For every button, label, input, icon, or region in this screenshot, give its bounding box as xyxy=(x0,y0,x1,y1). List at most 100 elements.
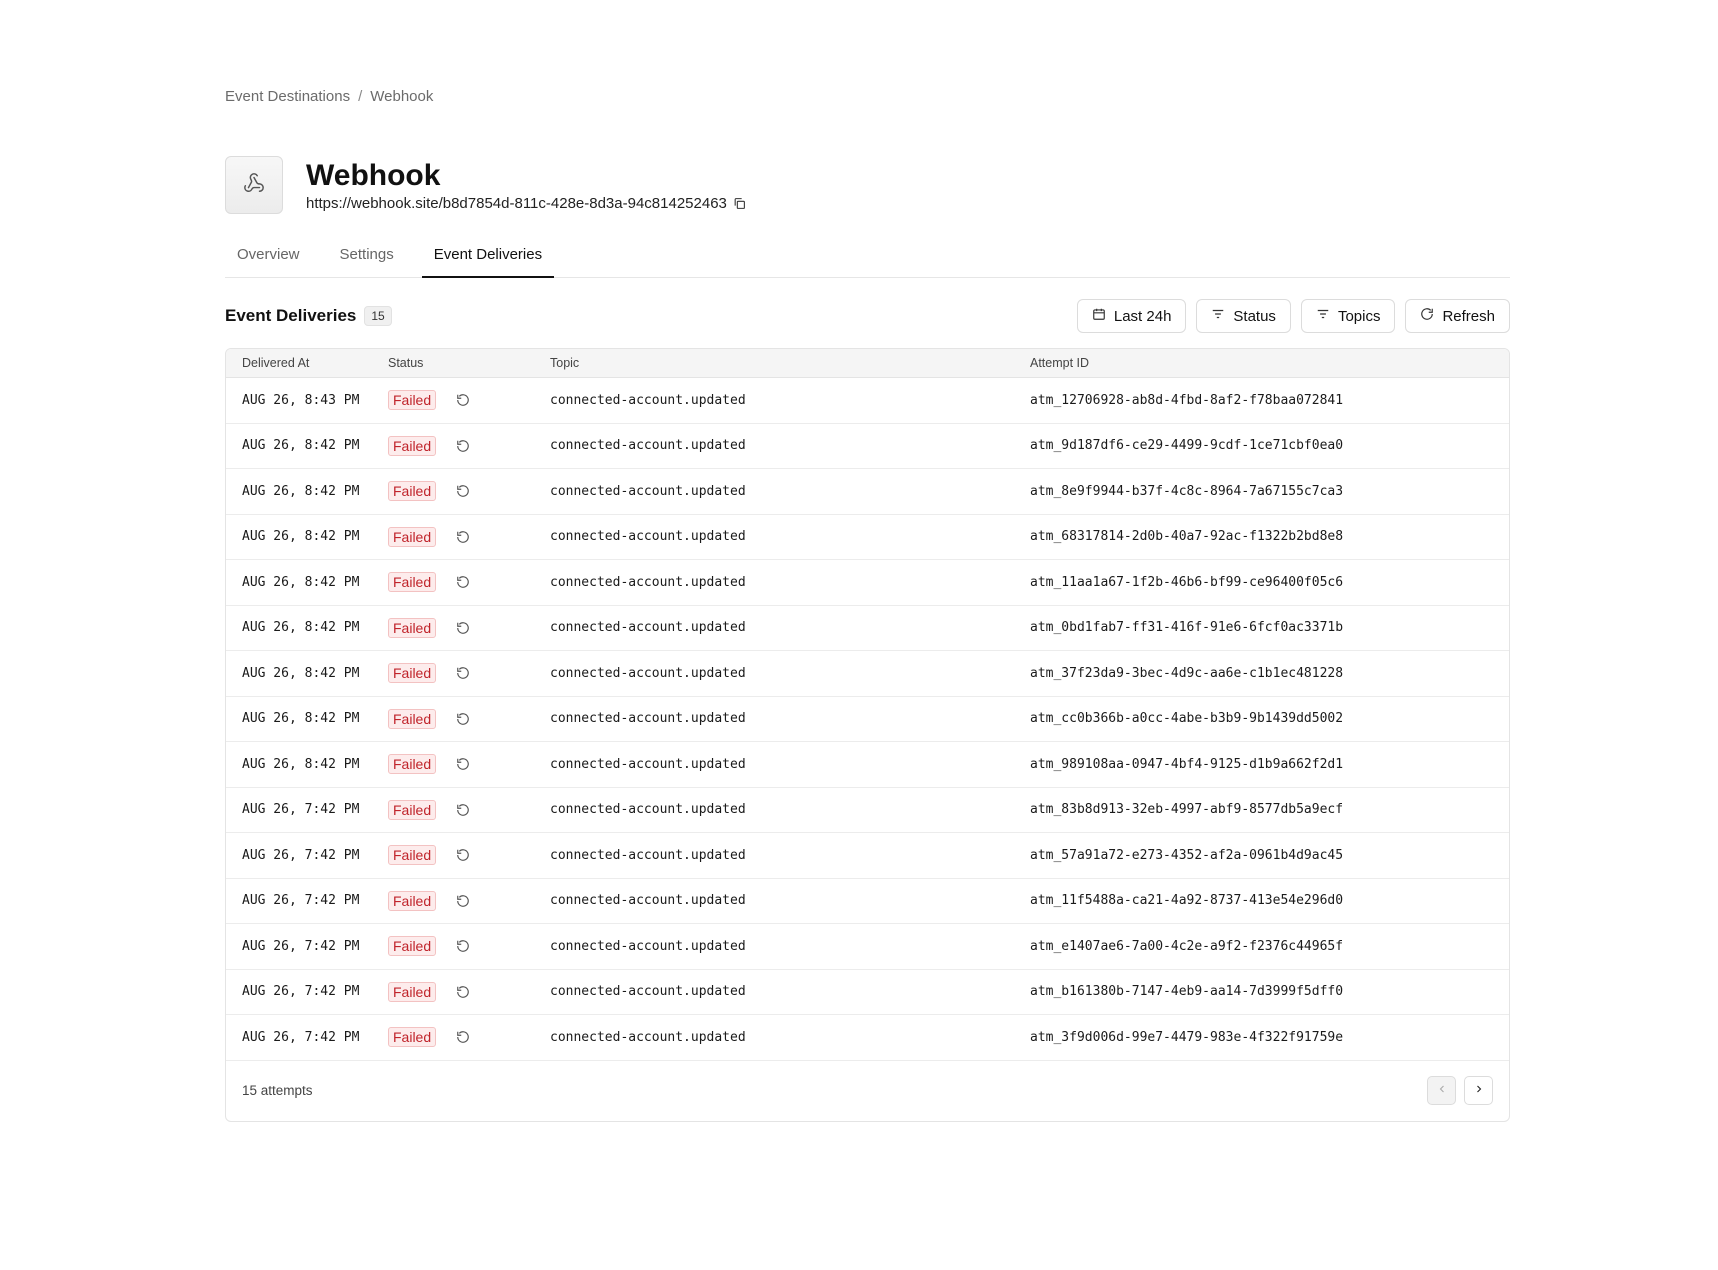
retry-icon[interactable] xyxy=(456,985,470,999)
chevron-right-icon xyxy=(1473,1083,1485,1098)
attempt-id-cell: atm_57a91a72-e273-4352-af2a-0961b4d9ac45 xyxy=(1030,847,1344,863)
breadcrumb-current: Webhook xyxy=(370,88,434,105)
status-filter-label: Status xyxy=(1233,307,1276,325)
column-header-topic: Topic xyxy=(550,356,580,370)
topic-cell: connected-account.updated xyxy=(550,620,746,636)
delivered-at-cell: AUG 26, 8:42 PM xyxy=(242,438,360,454)
attempt-id-cell: atm_0bd1fab7-ff31-416f-91e6-6fcf0ac3371b xyxy=(1030,620,1344,636)
table-footer: 15 attempts xyxy=(226,1061,1509,1121)
topic-cell: connected-account.updated xyxy=(550,438,746,454)
delivered-at-cell: AUG 26, 7:42 PM xyxy=(242,847,360,863)
chevron-left-icon xyxy=(1436,1083,1448,1098)
retry-icon[interactable] xyxy=(456,939,470,953)
column-header-attempt-id: Attempt ID xyxy=(1030,356,1090,370)
retry-icon[interactable] xyxy=(456,1030,470,1044)
table-row[interactable]: AUG 26, 8:42 PM Failed connected-account… xyxy=(226,606,1509,651)
table-row[interactable]: AUG 26, 8:42 PM Failed connected-account… xyxy=(226,742,1509,788)
section-title: Event Deliveries xyxy=(225,306,357,325)
table-row[interactable]: AUG 26, 8:42 PM Failed connected-account… xyxy=(226,424,1509,469)
status-cell: Failed xyxy=(388,936,550,957)
retry-icon[interactable] xyxy=(456,712,470,726)
table-row[interactable]: AUG 26, 8:42 PM Failed connected-account… xyxy=(226,651,1509,697)
retry-icon[interactable] xyxy=(456,575,470,589)
attempt-id-cell: atm_cc0b366b-a0cc-4abe-b3b9-9b1439dd5002 xyxy=(1030,711,1344,727)
status-badge: Failed xyxy=(388,754,437,775)
status-cell: Failed xyxy=(388,981,550,1002)
table-row[interactable]: AUG 26, 7:42 PM Failed connected-account… xyxy=(226,1015,1509,1061)
topic-cell: connected-account.updated xyxy=(550,984,746,1000)
status-cell: Failed xyxy=(388,572,550,593)
status-badge: Failed xyxy=(388,799,437,820)
table-row[interactable]: AUG 26, 8:43 PM Failed connected-account… xyxy=(226,378,1509,424)
status-cell: Failed xyxy=(388,890,550,911)
tab-bar: Overview Settings Event Deliveries xyxy=(225,238,1510,278)
destination-logo xyxy=(225,156,283,214)
topic-cell: connected-account.updated xyxy=(550,938,746,954)
retry-icon[interactable] xyxy=(456,848,470,862)
next-page-button[interactable] xyxy=(1464,1076,1493,1105)
retry-icon[interactable] xyxy=(456,484,470,498)
table-row[interactable]: AUG 26, 7:42 PM Failed connected-account… xyxy=(226,833,1509,879)
retry-icon[interactable] xyxy=(456,530,470,544)
delivered-at-cell: AUG 26, 8:43 PM xyxy=(242,392,360,408)
status-badge: Failed xyxy=(388,435,437,456)
breadcrumb-parent-link[interactable]: Event Destinations xyxy=(225,88,350,105)
tab-event-deliveries[interactable]: Event Deliveries xyxy=(421,238,555,278)
status-filter-button[interactable]: Status xyxy=(1196,299,1291,333)
table-row[interactable]: AUG 26, 7:42 PM Failed connected-account… xyxy=(226,879,1509,924)
status-cell: Failed xyxy=(388,663,550,684)
table-row[interactable]: AUG 26, 8:42 PM Failed connected-account… xyxy=(226,469,1509,515)
retry-icon[interactable] xyxy=(456,439,470,453)
table-row[interactable]: AUG 26, 7:42 PM Failed connected-account… xyxy=(226,788,1509,833)
status-badge: Failed xyxy=(388,936,437,957)
delivered-at-cell: AUG 26, 8:42 PM xyxy=(242,756,360,772)
table-body: AUG 26, 8:43 PM Failed connected-account… xyxy=(226,378,1509,1061)
table-row[interactable]: AUG 26, 8:42 PM Failed connected-account… xyxy=(226,515,1509,560)
status-badge: Failed xyxy=(388,708,437,729)
webhook-icon xyxy=(243,172,265,199)
table-row[interactable]: AUG 26, 7:42 PM Failed connected-account… xyxy=(226,970,1509,1015)
table-row[interactable]: AUG 26, 7:42 PM Failed connected-account… xyxy=(226,924,1509,970)
delivered-at-cell: AUG 26, 8:42 PM xyxy=(242,483,360,499)
tab-settings[interactable]: Settings xyxy=(328,238,406,278)
retry-icon[interactable] xyxy=(456,393,470,407)
status-cell: Failed xyxy=(388,526,550,547)
topic-cell: connected-account.updated xyxy=(550,1029,746,1045)
filter-icon xyxy=(1211,307,1225,325)
status-badge: Failed xyxy=(388,617,437,638)
date-range-button[interactable]: Last 24h xyxy=(1076,299,1187,333)
attempt-id-cell: atm_11f5488a-ca21-4a92-8737-413e54e296d0 xyxy=(1030,893,1344,909)
tab-overview[interactable]: Overview xyxy=(225,238,312,278)
status-badge: Failed xyxy=(388,481,437,502)
delivered-at-cell: AUG 26, 8:42 PM xyxy=(242,665,360,681)
retry-icon[interactable] xyxy=(456,757,470,771)
copy-icon[interactable] xyxy=(733,197,746,210)
retry-icon[interactable] xyxy=(456,666,470,680)
delivered-at-cell: AUG 26, 7:42 PM xyxy=(242,938,360,954)
topics-filter-button[interactable]: Topics xyxy=(1300,299,1396,333)
destination-header: Webhook https://webhook.site/b8d7854d-81… xyxy=(225,156,746,214)
retry-icon[interactable] xyxy=(456,803,470,817)
topic-cell: connected-account.updated xyxy=(550,574,746,590)
topic-cell: connected-account.updated xyxy=(550,756,746,772)
status-cell: Failed xyxy=(388,617,550,638)
deliveries-table: Delivered At Status Topic Attempt ID AUG… xyxy=(225,348,1510,1122)
retry-icon[interactable] xyxy=(456,894,470,908)
status-cell: Failed xyxy=(388,481,550,502)
topic-cell: connected-account.updated xyxy=(550,893,746,909)
status-cell: Failed xyxy=(388,845,550,866)
status-badge: Failed xyxy=(388,845,437,866)
destination-url-row: https://webhook.site/b8d7854d-811c-428e-… xyxy=(306,195,746,212)
previous-page-button[interactable] xyxy=(1427,1076,1456,1105)
table-row[interactable]: AUG 26, 8:42 PM Failed connected-account… xyxy=(226,697,1509,742)
status-badge: Failed xyxy=(388,526,437,547)
table-row[interactable]: AUG 26, 8:42 PM Failed connected-account… xyxy=(226,560,1509,606)
section-header: Event Deliveries 15 Last 24h Status Topi… xyxy=(225,298,1510,334)
column-header-delivered-at: Delivered At xyxy=(242,356,310,370)
delivered-at-cell: AUG 26, 8:42 PM xyxy=(242,574,360,590)
refresh-button[interactable]: Refresh xyxy=(1405,299,1510,333)
attempt-id-cell: atm_3f9d006d-99e7-4479-983e-4f322f91759e xyxy=(1030,1029,1344,1045)
count-badge: 15 xyxy=(364,306,392,326)
retry-icon[interactable] xyxy=(456,621,470,635)
breadcrumb-separator: / xyxy=(358,88,363,105)
